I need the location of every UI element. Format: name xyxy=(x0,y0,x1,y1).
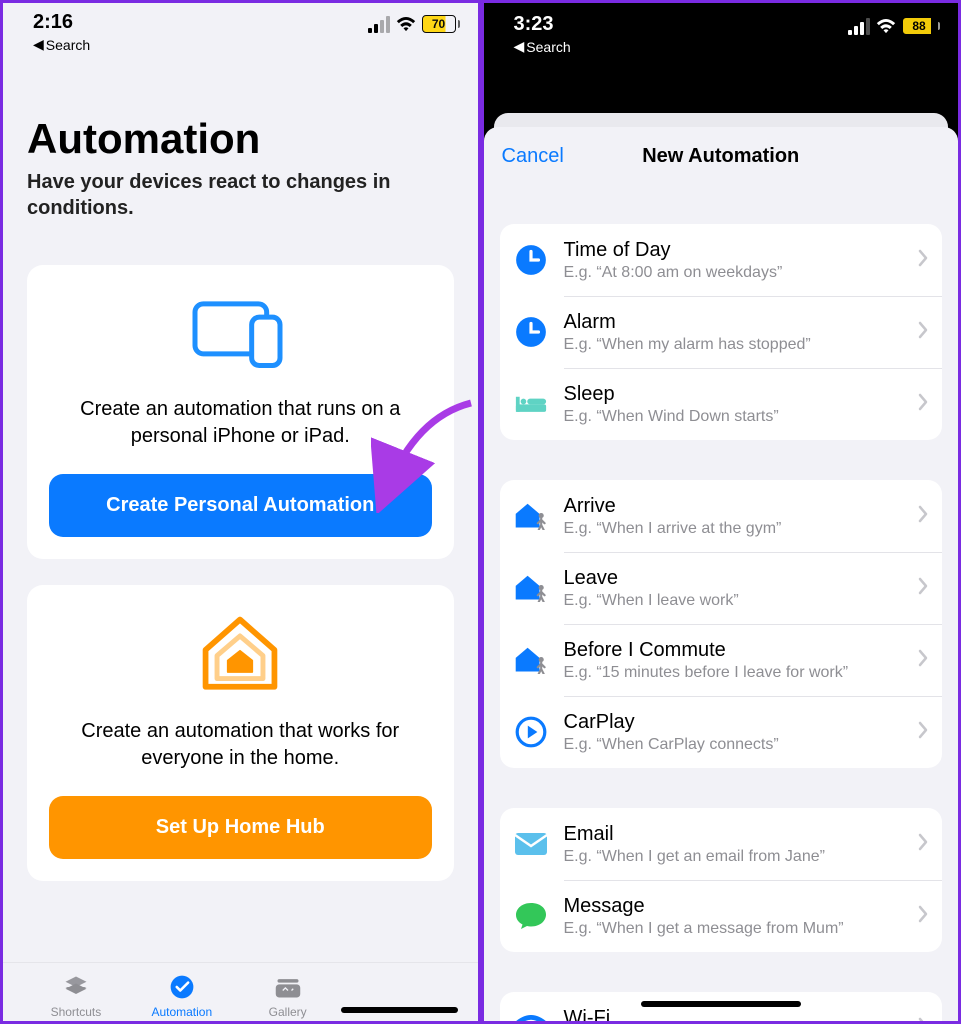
cancel-button[interactable]: Cancel xyxy=(502,145,564,168)
devices-icon xyxy=(49,293,432,378)
trigger-subtitle: E.g. “15 minutes before I leave for work… xyxy=(564,664,903,682)
mail-icon xyxy=(514,827,548,861)
trigger-subtitle: E.g. “When I arrive at the gym” xyxy=(564,520,903,538)
trigger-group: Arrive E.g. “When I arrive at the gym” L… xyxy=(500,480,943,768)
new-automation-sheet: Cancel New Automation Time of Day E.g. “… xyxy=(484,127,959,1021)
trigger-title: Time of Day xyxy=(564,239,903,262)
back-chevron-icon: ◀ xyxy=(514,38,525,55)
clock-icon xyxy=(514,243,548,277)
trigger-group: Email E.g. “When I get an email from Jan… xyxy=(500,808,943,952)
status-bar: 3:23 ◀ Search 88 xyxy=(484,3,959,57)
trigger-row-time-of-day[interactable]: Time of Day E.g. “At 8:00 am on weekdays… xyxy=(500,224,943,296)
chevron-right-icon xyxy=(918,1017,928,1022)
trigger-title: CarPlay xyxy=(564,711,903,734)
trigger-title: Wi-Fi xyxy=(564,1007,903,1022)
trigger-subtitle: E.g. “When my alarm has stopped” xyxy=(564,336,903,354)
personal-automation-card: Create an automation that runs on a pers… xyxy=(27,265,454,559)
trigger-row-arrive[interactable]: Arrive E.g. “When I arrive at the gym” xyxy=(500,480,943,552)
trigger-row-carplay[interactable]: CarPlay E.g. “When CarPlay connects” xyxy=(500,696,943,768)
chevron-right-icon xyxy=(918,249,928,272)
back-chevron-icon: ◀ xyxy=(33,36,44,53)
trigger-subtitle: E.g. “When CarPlay connects” xyxy=(564,736,903,754)
tab-shortcuts[interactable]: Shortcuts xyxy=(23,969,129,1021)
house-person-icon xyxy=(514,643,548,677)
chevron-right-icon xyxy=(918,393,928,416)
cellular-icon xyxy=(848,18,870,35)
trigger-subtitle: E.g. “When Wind Down starts” xyxy=(564,408,903,426)
trigger-title: Leave xyxy=(564,567,903,590)
trigger-subtitle: E.g. “When I leave work” xyxy=(564,592,903,610)
back-to-search[interactable]: ◀ Search xyxy=(514,38,571,55)
trigger-row-email[interactable]: Email E.g. “When I get an email from Jan… xyxy=(500,808,943,880)
trigger-title: Before I Commute xyxy=(564,639,903,662)
clock-icon xyxy=(514,315,548,349)
message-icon xyxy=(514,899,548,933)
trigger-row-before-i-commute[interactable]: Before I Commute E.g. “15 minutes before… xyxy=(500,624,943,696)
tab-automation[interactable]: Automation xyxy=(129,969,235,1021)
house-person-icon xyxy=(514,499,548,533)
cellular-icon xyxy=(368,16,390,33)
page-subtitle: Have your devices react to changes in co… xyxy=(27,169,454,221)
setup-home-hub-button[interactable]: Set Up Home Hub xyxy=(49,796,432,859)
trigger-subtitle: E.g. “When I get a message from Mum” xyxy=(564,920,903,938)
chevron-right-icon xyxy=(918,721,928,744)
status-time: 2:16 xyxy=(33,11,90,34)
tab-bar: Shortcuts Automation Gallery xyxy=(3,962,478,1021)
home-indicator[interactable] xyxy=(641,1001,801,1007)
trigger-subtitle: E.g. “At 8:00 am on weekdays” xyxy=(564,264,903,282)
trigger-row-sleep[interactable]: Sleep E.g. “When Wind Down starts” xyxy=(500,368,943,440)
trigger-title: Alarm xyxy=(564,311,903,334)
create-personal-automation-button[interactable]: Create Personal Automation xyxy=(49,474,432,537)
battery-level: 88 xyxy=(902,17,936,35)
home-automation-card: Create an automation that works for ever… xyxy=(27,585,454,881)
chevron-right-icon xyxy=(918,321,928,344)
home-icon xyxy=(49,613,432,700)
trigger-title: Arrive xyxy=(564,495,903,518)
trigger-row-message[interactable]: Message E.g. “When I get a message from … xyxy=(500,880,943,952)
wifi-icon xyxy=(876,19,896,34)
trigger-title: Sleep xyxy=(564,383,903,406)
back-to-search[interactable]: ◀ Search xyxy=(33,36,90,53)
sheet-title: New Automation xyxy=(642,145,799,168)
tab-gallery[interactable]: Gallery xyxy=(235,969,341,1021)
bed-icon xyxy=(514,387,548,421)
wifi-icon xyxy=(514,1011,548,1021)
battery-icon: 70 xyxy=(422,15,460,33)
status-bar: 2:16 ◀ Search 70 xyxy=(3,3,478,55)
trigger-group: Time of Day E.g. “At 8:00 am on weekdays… xyxy=(500,224,943,440)
tab-automation-label: Automation xyxy=(151,1005,212,1019)
status-time: 3:23 xyxy=(514,13,571,36)
automation-icon xyxy=(167,973,197,1001)
trigger-row-leave[interactable]: Leave E.g. “When I leave work” xyxy=(500,552,943,624)
page-title: Automation xyxy=(27,115,454,163)
home-indicator[interactable] xyxy=(341,1007,458,1013)
personal-card-desc: Create an automation that runs on a pers… xyxy=(49,396,432,450)
chevron-right-icon xyxy=(918,905,928,928)
chevron-right-icon xyxy=(918,833,928,856)
home-card-desc: Create an automation that works for ever… xyxy=(49,718,432,772)
chevron-right-icon xyxy=(918,649,928,672)
chevron-right-icon xyxy=(918,505,928,528)
battery-level: 70 xyxy=(422,15,456,33)
trigger-subtitle: E.g. “When I get an email from Jane” xyxy=(564,848,903,866)
trigger-row-alarm[interactable]: Alarm E.g. “When my alarm has stopped” xyxy=(500,296,943,368)
trigger-title: Message xyxy=(564,895,903,918)
trigger-title: Email xyxy=(564,823,903,846)
wifi-icon xyxy=(396,17,416,32)
chevron-right-icon xyxy=(918,577,928,600)
shortcuts-icon xyxy=(61,973,91,1001)
gallery-icon xyxy=(273,973,303,1001)
battery-icon: 88 xyxy=(902,17,940,35)
back-label: Search xyxy=(46,37,90,53)
back-label: Search xyxy=(526,39,570,55)
tab-shortcuts-label: Shortcuts xyxy=(51,1005,102,1019)
tab-gallery-label: Gallery xyxy=(269,1005,307,1019)
house-person-icon xyxy=(514,571,548,605)
carplay-icon xyxy=(514,715,548,749)
